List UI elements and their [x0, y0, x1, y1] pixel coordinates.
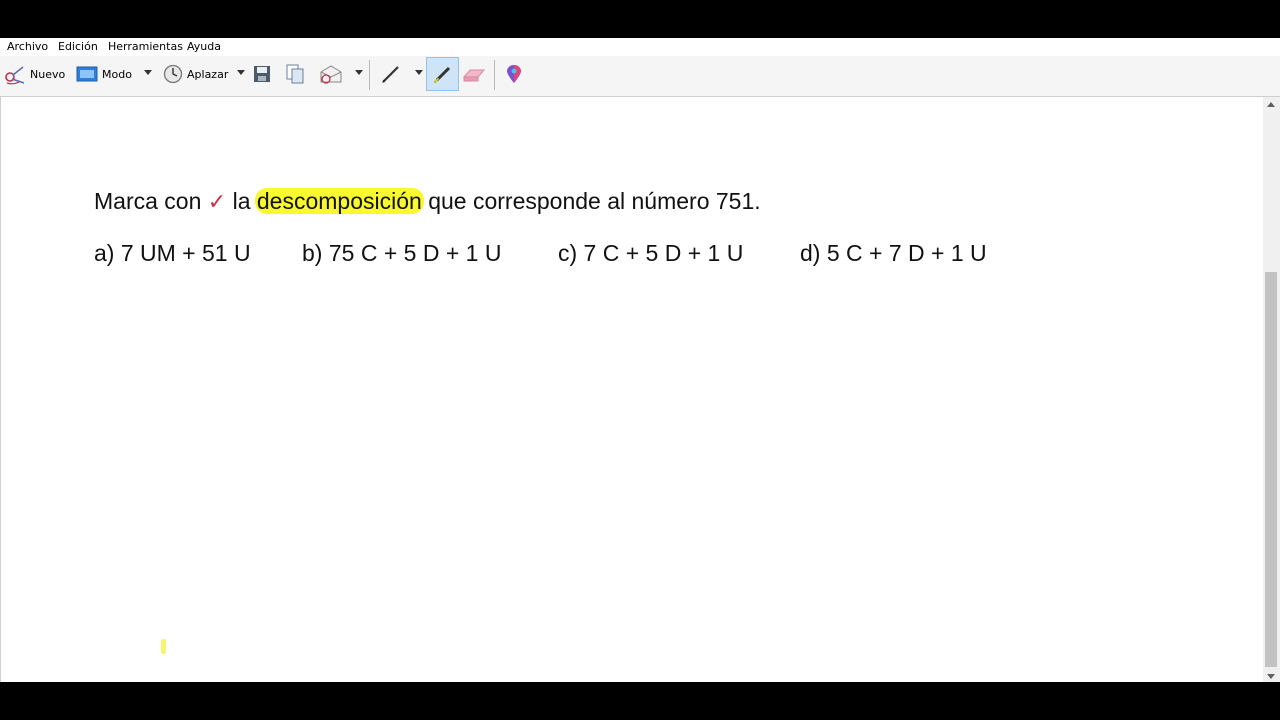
option-d: d) 5 C + 7 D + 1 U: [800, 240, 987, 266]
save-button[interactable]: [253, 56, 271, 92]
highlighter-icon: [433, 66, 450, 84]
toolbar-separator: [494, 60, 495, 90]
bottom-letterbox: [0, 682, 1280, 720]
snooze-button[interactable]: Aplazar: [163, 56, 228, 92]
top-letterbox: [0, 0, 1280, 38]
eraser-icon: [462, 69, 486, 82]
pen-button[interactable]: [380, 56, 402, 92]
snooze-label: Aplazar: [187, 67, 229, 81]
scroll-up-arrow-icon[interactable]: [1267, 102, 1275, 107]
copy-icon: [286, 64, 304, 84]
send-mail-icon: [320, 65, 342, 84]
pen-icon: [382, 66, 399, 83]
menu-ayuda[interactable]: Ayuda: [187, 40, 221, 53]
mode-button[interactable]: Modo: [76, 56, 132, 92]
send-dropdown-arrow[interactable]: [355, 70, 363, 75]
scissors-pen-icon: [5, 66, 25, 85]
menu-herramientas[interactable]: Herramientas: [108, 40, 183, 53]
new-button[interactable]: Nuevo: [4, 56, 65, 92]
color-button[interactable]: [505, 56, 523, 92]
mode-label: Modo: [102, 67, 132, 81]
clock-icon: [163, 64, 183, 84]
highlighter-stroke: [161, 639, 166, 654]
vertical-scrollbar[interactable]: [1263, 97, 1280, 682]
question-end: que corresponde al número 751.: [428, 188, 761, 214]
highlighter-button[interactable]: [426, 57, 459, 91]
toolbar-separator: [369, 60, 370, 90]
save-icon: [254, 66, 270, 82]
new-label: Nuevo: [30, 67, 66, 81]
menu-edicion[interactable]: Edición: [58, 40, 98, 53]
question-text: Marca con ✓ la descomposición que corres…: [94, 188, 761, 215]
color-pin-icon: [507, 65, 521, 83]
option-b: b) 75 C + 5 D + 1 U: [302, 240, 502, 266]
mode-dropdown-arrow[interactable]: [144, 70, 152, 75]
question-start: Marca con: [94, 188, 202, 214]
pen-dropdown-arrow[interactable]: [415, 70, 423, 75]
send-button[interactable]: [319, 56, 343, 92]
menu-bar: Archivo Edición Herramientas Ayuda: [0, 38, 1280, 56]
snooze-dropdown-arrow[interactable]: [237, 70, 245, 75]
option-c: c) 7 C + 5 D + 1 U: [558, 240, 744, 266]
screen-mode-icon: [76, 66, 98, 82]
checkmark-icon: ✓: [207, 190, 227, 215]
copy-button[interactable]: [286, 56, 304, 92]
eraser-button[interactable]: [462, 56, 486, 92]
highlighted-word: descomposición: [254, 188, 424, 214]
notes-canvas[interactable]: [0, 97, 1264, 682]
question-mid: la: [232, 188, 251, 214]
toolbar: Nuevo Modo Aplazar: [0, 56, 1280, 97]
scroll-thumb[interactable]: [1265, 272, 1277, 667]
menu-archivo[interactable]: Archivo: [7, 40, 48, 53]
scroll-down-arrow-icon[interactable]: [1267, 674, 1275, 679]
option-a: a) 7 UM + 51 U: [94, 240, 251, 266]
